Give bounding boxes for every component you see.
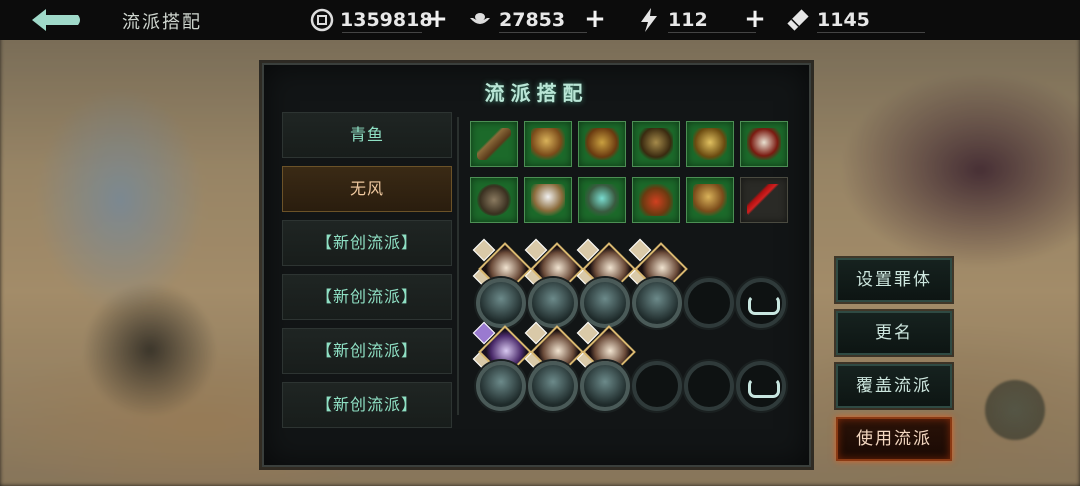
hood-item-icon[interactable] [524, 177, 572, 223]
resource-ingot: 27853 [467, 5, 587, 35]
top-bar: 流派搭配 1359818 + 27853 + 112 + 1145 [0, 0, 1080, 40]
top-title: 流派搭配 [122, 12, 202, 33]
overwrite-school-button[interactable]: 覆盖流派 [836, 364, 952, 408]
panel-title: 流派搭配 [484, 81, 589, 105]
belt-item-icon[interactable] [632, 177, 680, 223]
energy-value: 112 [668, 9, 708, 31]
team-row-2 [470, 321, 790, 411]
set-body-button[interactable]: 设置罪体 [836, 258, 952, 302]
school-item-qingyu[interactable]: 青鱼 [282, 112, 452, 158]
yinyang-item-icon[interactable] [470, 177, 518, 223]
team-row-1 [470, 238, 790, 328]
bracer-item-icon[interactable] [578, 177, 626, 223]
ingot-icon [467, 7, 493, 33]
cloak-item-icon[interactable] [632, 121, 680, 167]
add-energy-button[interactable]: + [743, 6, 767, 32]
mask-slot[interactable] [736, 361, 786, 411]
school-item-new-4[interactable]: 【新创流派】 [282, 382, 452, 428]
school-config-panel: 流派搭配 青鱼 无风 【新创流派】 【新创流派】 【新创流派】 【新创流派】 [262, 63, 811, 467]
ingot-value: 27853 [499, 9, 566, 31]
empty-skill-slot[interactable] [684, 361, 734, 411]
school-item-new-3[interactable]: 【新创流派】 [282, 328, 452, 374]
coin-icon [310, 7, 334, 33]
school-item-wufeng[interactable]: 无风 [282, 166, 452, 212]
skill-slot[interactable] [476, 361, 526, 411]
use-school-button[interactable]: 使用流派 [836, 417, 952, 461]
resource-coin: 1359818 [310, 5, 433, 35]
skill-slot[interactable] [580, 361, 630, 411]
charm-item-icon[interactable] [740, 177, 788, 223]
resource-energy: 112 [636, 5, 756, 35]
weapon-item-icon[interactable] [470, 121, 518, 167]
add-ingot-button[interactable]: + [583, 6, 607, 32]
mask-icon [748, 378, 780, 398]
coin-value: 1359818 [340, 9, 433, 31]
resource-ticket: 1145 [785, 5, 925, 35]
armor-item-icon[interactable] [578, 121, 626, 167]
panel-divider [457, 117, 459, 415]
add-coin-button[interactable]: + [425, 6, 449, 32]
school-item-new-1[interactable]: 【新创流派】 [282, 220, 452, 266]
ticket-value: 1145 [817, 9, 870, 31]
school-list: 青鱼 无风 【新创流派】 【新创流派】 【新创流派】 【新创流派】 [282, 112, 452, 436]
gauntlet-item-icon[interactable] [524, 121, 572, 167]
lightning-icon [636, 7, 662, 33]
background-action-icon [985, 380, 1045, 440]
ticket-icon [785, 7, 811, 33]
equipment-grid [470, 121, 790, 233]
empty-skill-slot[interactable] [632, 361, 682, 411]
skill-slot[interactable] [528, 361, 578, 411]
mask-icon [748, 295, 780, 315]
school-item-new-2[interactable]: 【新创流派】 [282, 274, 452, 320]
boots-item-icon[interactable] [686, 177, 734, 223]
rename-button[interactable]: 更名 [836, 311, 952, 355]
legs-item-icon[interactable] [686, 121, 734, 167]
back-arrow-icon[interactable] [28, 6, 84, 34]
mask-item-icon[interactable] [740, 121, 788, 167]
